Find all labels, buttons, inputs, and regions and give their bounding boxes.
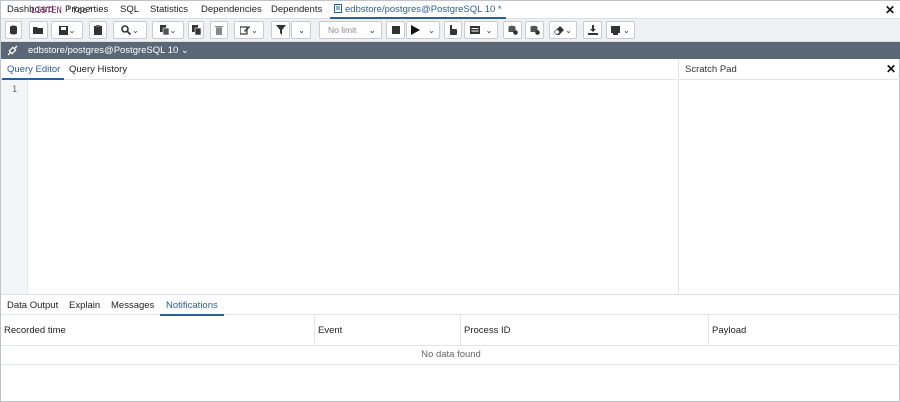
macro-icon [611, 25, 621, 35]
notifications-table-header: Recorded time Event Process ID Payload [1, 315, 900, 346]
explain-icon [469, 26, 480, 34]
copy-button[interactable]: ⌄ [152, 21, 184, 39]
copy-icon [159, 25, 169, 35]
connection-bar[interactable]: edbstore/postgres@PostgreSQL 10 ⌄ [1, 42, 900, 59]
line-number: 1 [12, 85, 18, 95]
hand-icon[interactable] [444, 21, 462, 39]
clear-button[interactable]: ⌄ [549, 21, 577, 39]
chevron-down-icon: ⌄ [298, 25, 305, 35]
sql-keyword: LISTEN [31, 6, 62, 16]
chevron-down-icon[interactable]: ⌄ [428, 26, 435, 35]
chevron-down-icon[interactable]: ⌄ [170, 26, 177, 35]
play-icon [411, 25, 421, 35]
tab-dependents[interactable]: Dependents [271, 4, 322, 15]
editor-tab-bar: Query Editor Query History [1, 59, 677, 80]
save-button[interactable]: ⌄ [51, 21, 83, 39]
column-label: Event [318, 325, 343, 336]
save-icon [58, 25, 68, 35]
scratch-pad-title: Scratch Pad [685, 64, 737, 75]
tab-query-history[interactable]: Query History [69, 64, 127, 75]
paste-icon[interactable] [188, 21, 204, 39]
stop-icon[interactable] [386, 21, 405, 39]
output-tab-bar: Data Output Explain Messages Notificatio… [1, 294, 900, 316]
close-scratch-pad-icon[interactable]: ✕ [886, 63, 896, 75]
tab-statistics[interactable]: Statistics [150, 4, 188, 15]
sql-string: "foo" [66, 6, 93, 16]
macro-button[interactable]: ⌄ [606, 21, 635, 39]
column-recorded-time[interactable]: Recorded time [1, 315, 315, 346]
column-label: Recorded time [4, 325, 66, 336]
query-tool-icon [334, 4, 342, 13]
chevron-down-icon[interactable]: ⌄ [251, 26, 258, 35]
column-process-id[interactable]: Process ID [461, 315, 709, 346]
tab-dependencies[interactable]: Dependencies [201, 4, 262, 15]
tab-query-tool-label: edbstore/postgres@PostgreSQL 10 * [345, 4, 502, 15]
tab-query-tool[interactable]: edbstore/postgres@PostgreSQL 10 * [330, 4, 506, 19]
tab-data-output[interactable]: Data Output [7, 300, 58, 311]
chevron-down-icon[interactable]: ⌄ [69, 26, 76, 35]
connection-label: edbstore/postgres@PostgreSQL 10 ⌄ [28, 45, 189, 56]
tab-explain[interactable]: Explain [69, 300, 100, 311]
scratch-pad-textarea[interactable] [678, 80, 900, 294]
row-limit-select[interactable]: No limit ⌄ [319, 21, 382, 39]
chevron-down-icon: ⌄ [368, 25, 376, 35]
edit-button[interactable]: ⌄ [234, 21, 264, 39]
column-label: Payload [712, 325, 747, 336]
tab-query-editor[interactable]: Query Editor [1, 64, 65, 80]
tab-notifications[interactable]: Notifications [160, 300, 224, 316]
column-label: Process ID [464, 325, 511, 336]
filter-dropdown[interactable]: ⌄ [291, 21, 311, 39]
folder-open-icon[interactable] [29, 21, 48, 39]
database-icon[interactable] [5, 21, 22, 39]
scratch-pad-header: Scratch Pad ✕ [678, 59, 900, 80]
filter-icon[interactable] [271, 21, 290, 39]
chevron-down-icon[interactable]: ⌄ [623, 26, 630, 35]
empty-state-message: No data found [1, 346, 900, 365]
column-event[interactable]: Event [315, 315, 461, 346]
download-icon[interactable] [583, 21, 602, 39]
eraser-icon [554, 25, 565, 35]
tab-sql[interactable]: SQL [120, 4, 139, 15]
commit-icon[interactable] [503, 21, 522, 39]
sql-editor[interactable]: LISTEN "foo" [31, 6, 92, 16]
chevron-down-icon[interactable]: ⌄ [132, 26, 139, 35]
chevron-down-icon[interactable]: ⌄ [486, 26, 493, 35]
main-tab-bar: Dashboard Properties SQL Statistics Depe… [1, 1, 900, 19]
column-payload[interactable]: Payload [709, 315, 900, 346]
close-tab-icon[interactable]: ✕ [885, 4, 895, 16]
clipboard-icon[interactable] [89, 21, 107, 39]
connection-plug-icon[interactable] [7, 45, 18, 56]
execute-button[interactable]: ⌄ [406, 21, 440, 39]
trash-icon[interactable] [210, 21, 228, 39]
query-tool-window: Dashboard Properties SQL Statistics Depe… [0, 0, 900, 402]
rollback-icon[interactable] [525, 21, 544, 39]
line-number-gutter: 1 [1, 80, 28, 294]
tab-messages[interactable]: Messages [111, 300, 154, 311]
query-toolbar: ⌄ ⌄ ⌄ ⌄ ⌄ No limit ⌄ ⌄ ⌄ ⌄ ⌄ [1, 19, 900, 42]
find-button[interactable]: ⌄ [113, 21, 147, 39]
search-icon [121, 25, 132, 35]
edit-icon [240, 26, 251, 35]
explain-button[interactable]: ⌄ [464, 21, 498, 39]
chevron-down-icon[interactable]: ⌄ [565, 26, 572, 35]
row-limit-value: No limit [328, 25, 357, 35]
